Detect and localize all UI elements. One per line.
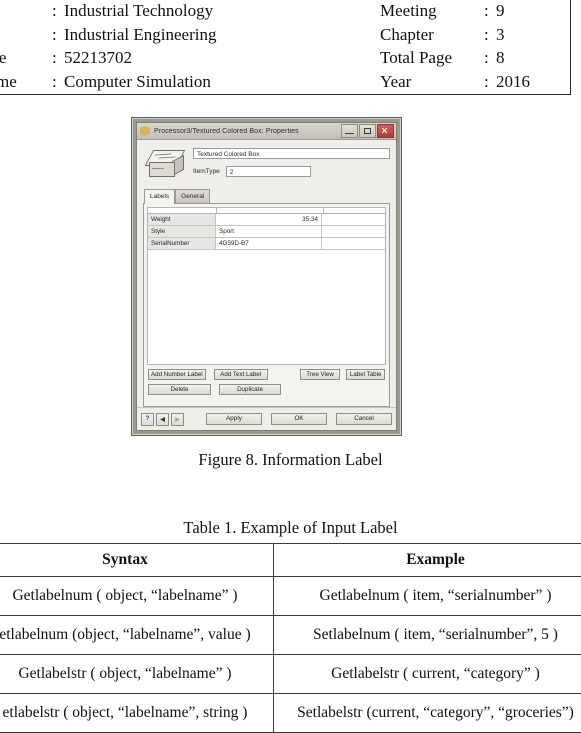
dialog-outer-frame: Processor3/Textured Colored Box: Propert… (131, 117, 402, 436)
info-separator: : (52, 70, 64, 94)
dialog-title: Processor3/Textured Colored Box: Propert… (154, 128, 337, 135)
figure-8-image: Processor3/Textured Colored Box: Propert… (131, 117, 402, 436)
itemtype-row: ItemType 2 (193, 166, 390, 177)
info-value-right: 9 (496, 0, 558, 23)
table-row[interactable]: Style Sport (148, 226, 385, 238)
column-header-syntax: Syntax (0, 544, 274, 577)
info-value: 52213702 (64, 46, 380, 70)
course-info-row: ulty : Industrial Technology Meeting : 9 (0, 0, 558, 23)
info-separator: : (52, 46, 64, 70)
example-cell: Getlabelnum ( item, “serialnumber” ) (274, 577, 581, 616)
tree-view-button[interactable]: Tree View (300, 369, 340, 380)
figure-caption: Figure 8. Information Label (0, 450, 581, 470)
info-separator-right: : (484, 70, 496, 94)
info-label: ject Course Name (0, 70, 52, 94)
add-number-label-button[interactable]: Add Number Label (148, 369, 206, 380)
example-cell: Setlabelnum ( item, “serialnumber”, 5 ) (274, 616, 581, 655)
add-text-label-button[interactable]: Add Text Label (214, 369, 268, 380)
table-row: etlabelstr ( object, “labelname”, string… (0, 694, 581, 733)
syntax-cell: etlabelstr ( object, “labelname”, string… (0, 694, 274, 733)
object-header-area: Textured Colored Box ItemType 2 (143, 146, 390, 180)
dialog-titlebar[interactable]: Processor3/Textured Colored Box: Propert… (137, 123, 396, 140)
button-row-secondary: Delete Duplicate (148, 384, 385, 395)
label-table[interactable]: Weight 35.34 Style Sport SerialNumber 4G… (147, 207, 386, 365)
table-header-row: Syntax Example (0, 544, 581, 577)
label-action-buttons: Add Number Label Add Text Label Tree Vie… (147, 365, 386, 403)
itemtype-input[interactable]: 2 (226, 166, 311, 177)
properties-dialog: Processor3/Textured Colored Box: Propert… (136, 122, 397, 431)
info-value: Industrial Engineering (64, 23, 380, 47)
column-header-example: Example (274, 544, 581, 577)
delete-button[interactable]: Delete (148, 384, 211, 395)
itemtype-label: ItemType (193, 168, 220, 175)
dialog-body: Textured Colored Box ItemType 2 Labels G… (137, 140, 396, 407)
info-label-right: Chapter (380, 23, 484, 47)
syntax-cell: etlabelnum (object, “labelname”, value ) (0, 616, 274, 655)
course-info-row: ject Couse Code : 52213702 Total Page : … (0, 46, 558, 70)
textured-box-icon (147, 148, 185, 180)
window-controls (341, 124, 394, 138)
info-value-right: 3 (496, 23, 558, 47)
back-arrow-icon[interactable]: ◀ (156, 413, 169, 426)
object-fields: Textured Colored Box ItemType 2 (193, 146, 390, 177)
table-row: Getlabelstr ( object, “labelname” ) Getl… (0, 655, 581, 694)
close-icon[interactable] (377, 124, 394, 138)
info-value: Industrial Technology (64, 0, 380, 23)
syntax-cell: Getlabelstr ( object, “labelname” ) (0, 655, 274, 694)
info-separator-right: : (484, 46, 496, 70)
example-cell: Getlabelstr ( current, “category” ) (274, 655, 581, 694)
info-separator-right: : (484, 23, 496, 47)
forward-arrow-icon[interactable]: ▶ (171, 413, 184, 426)
label-value-cell: 35.34 (216, 214, 322, 225)
info-value-right: 8 (496, 46, 558, 70)
example-cell: Setlabelstr (current, “category”, “groce… (274, 694, 581, 733)
label-name-cell: Style (148, 226, 216, 237)
info-label-right: Meeting (380, 0, 484, 23)
dialog-tabs: Labels General (144, 188, 390, 203)
maximize-icon[interactable] (359, 124, 376, 138)
tab-general[interactable]: General (175, 189, 210, 203)
dialog-footer: ? ◀ ▶ Apply OK Cancel (137, 407, 396, 430)
info-label-right: Total Page (380, 46, 484, 70)
info-value-right: 2016 (496, 70, 558, 94)
label-name-cell: SerialNumber (148, 238, 216, 249)
table-row: Getlabelnum ( object, “labelname” ) Getl… (0, 577, 581, 616)
course-info-box: ulty : Industrial Technology Meeting : 9… (0, 0, 571, 95)
cancel-button[interactable]: Cancel (336, 413, 392, 425)
info-label: ject Couse Code (0, 46, 52, 70)
apply-button[interactable]: Apply (206, 413, 262, 425)
duplicate-button[interactable]: Duplicate (219, 384, 281, 395)
info-separator: : (52, 0, 64, 23)
label-name-cell: Weight (148, 214, 216, 225)
syntax-cell: Getlabelnum ( object, “labelname” ) (0, 577, 274, 616)
help-icon[interactable]: ? (141, 413, 154, 426)
course-info-row: artment : Industrial Engineering Chapter… (0, 23, 558, 47)
info-label-right: Year (380, 70, 484, 94)
minimize-icon[interactable] (341, 124, 358, 138)
tab-labels[interactable]: Labels (144, 189, 175, 204)
info-label: ulty (0, 0, 52, 23)
table-caption: Table 1. Example of Input Label (0, 518, 581, 538)
labels-panel: Weight 35.34 Style Sport SerialNumber 4G… (143, 203, 390, 407)
object-name-input[interactable]: Textured Colored Box (193, 148, 390, 159)
course-info-grid: ulty : Industrial Technology Meeting : 9… (0, 0, 570, 94)
application-icon (140, 126, 150, 136)
table-row: etlabelnum (object, “labelname”, value )… (0, 616, 581, 655)
info-label: artment (0, 23, 52, 47)
course-info-row: ject Course Name : Computer Simulation Y… (0, 70, 558, 94)
info-value: Computer Simulation (64, 70, 380, 94)
label-table-button[interactable]: Label Table (346, 369, 385, 380)
ok-button[interactable]: OK (271, 413, 327, 425)
label-value-cell: 4G59D-B7 (216, 238, 322, 249)
info-separator-right: : (484, 0, 496, 23)
table-row[interactable]: SerialNumber 4G59D-B7 (148, 238, 385, 250)
button-row-primary: Add Number Label Add Text Label Tree Vie… (148, 369, 385, 380)
label-value-cell: Sport (216, 226, 322, 237)
table-row[interactable]: Weight 35.34 (148, 214, 385, 226)
input-label-table: Syntax Example Getlabelnum ( object, “la… (0, 543, 581, 733)
info-separator: : (52, 23, 64, 47)
